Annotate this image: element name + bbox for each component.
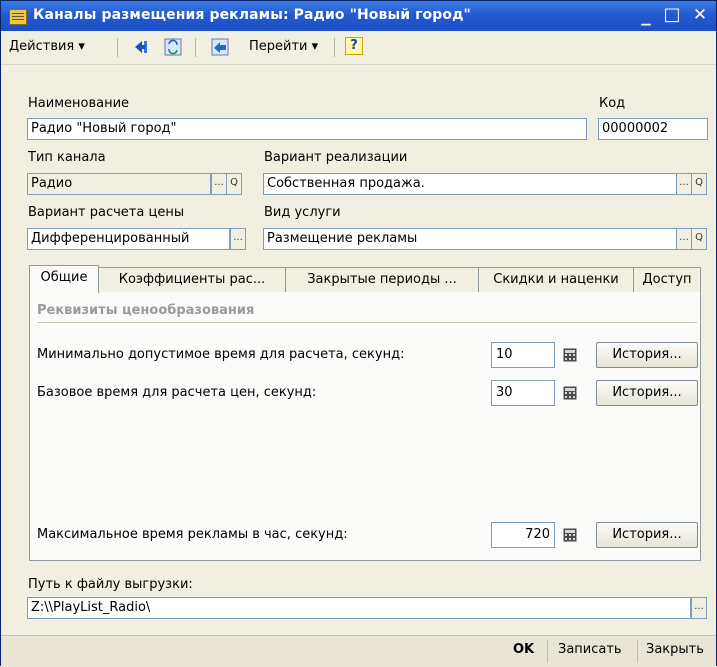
realization-label: Вариант реализации bbox=[264, 150, 408, 165]
name-label: Наименование bbox=[28, 96, 130, 111]
channel-type-search-icon[interactable]: Q bbox=[226, 173, 242, 195]
realization-search-icon[interactable]: Q bbox=[691, 173, 707, 195]
toolbar-separator bbox=[117, 38, 118, 57]
window-title: Каналы размещения рекламы: Радио "Новый … bbox=[33, 7, 471, 23]
close-form-button[interactable]: Закрыть bbox=[646, 642, 704, 657]
footer-separator bbox=[547, 640, 548, 663]
max-time-label: Максимальное время рекламы в час, секунд… bbox=[37, 527, 348, 542]
save-button[interactable]: Записать bbox=[558, 642, 622, 657]
close-button[interactable]: ✕ bbox=[689, 3, 711, 27]
refresh-icon[interactable] bbox=[164, 38, 182, 56]
code-label: Код bbox=[599, 96, 626, 111]
tab-general[interactable]: Общие bbox=[29, 265, 99, 293]
toolbar: Действия ▾ Перейти ▾ ? bbox=[1, 31, 716, 65]
maximize-button[interactable]: □ bbox=[661, 3, 683, 27]
calculator-icon[interactable] bbox=[563, 348, 577, 362]
price-calc-field[interactable]: Дифференцированный bbox=[27, 228, 230, 250]
pricing-group-title: Реквизиты ценообразования bbox=[37, 303, 255, 318]
channel-type-select-button[interactable]: ... bbox=[211, 173, 227, 195]
group-divider bbox=[37, 322, 697, 323]
export-path-label: Путь к файлу выгрузки: bbox=[28, 577, 193, 592]
actions-menu[interactable]: Действия ▾ bbox=[9, 39, 85, 54]
service-type-field[interactable]: Размещение рекламы bbox=[263, 228, 677, 250]
export-path-select-button[interactable]: ... bbox=[691, 597, 707, 619]
footer-separator bbox=[637, 640, 638, 663]
min-time-history-button[interactable]: История... bbox=[596, 342, 698, 368]
arrow-left-icon[interactable] bbox=[133, 38, 151, 56]
export-path-field[interactable]: Z:\\PlayList_Radio\ bbox=[27, 597, 691, 619]
price-calc-select-button[interactable]: ... bbox=[230, 228, 246, 250]
service-type-search-icon[interactable]: Q bbox=[691, 228, 707, 250]
help-icon[interactable]: ? bbox=[345, 37, 363, 55]
minimize-button[interactable]: _ bbox=[635, 3, 657, 27]
tab-access[interactable]: Доступ bbox=[633, 267, 701, 292]
code-field[interactable]: 00000002 bbox=[598, 118, 708, 140]
title-bar[interactable]: Каналы размещения рекламы: Радио "Новый … bbox=[1, 1, 716, 31]
ok-button[interactable]: OK bbox=[513, 642, 534, 657]
max-time-field[interactable]: 720 bbox=[491, 522, 555, 548]
realization-select-button[interactable]: ... bbox=[676, 173, 692, 195]
base-time-field[interactable]: 30 bbox=[491, 380, 555, 406]
form-icon bbox=[9, 9, 27, 25]
tab-strip: Общие Коэффициенты рас... Закрытые перио… bbox=[29, 265, 701, 293]
structure-icon[interactable] bbox=[211, 38, 229, 56]
base-time-label: Базовое время для расчета цен, секунд: bbox=[37, 385, 317, 400]
footer-bar: OK Записать Закрыть bbox=[1, 635, 716, 667]
tab-closed-periods[interactable]: Закрытые периоды ... bbox=[285, 267, 479, 292]
name-field[interactable]: Радио "Новый город" bbox=[27, 118, 587, 140]
max-time-history-button[interactable]: История... bbox=[596, 522, 698, 548]
base-time-history-button[interactable]: История... bbox=[596, 380, 698, 406]
toolbar-separator bbox=[195, 38, 196, 57]
calculator-icon[interactable] bbox=[563, 386, 577, 400]
tab-coefficients[interactable]: Коэффициенты рас... bbox=[98, 267, 286, 292]
goto-menu[interactable]: Перейти ▾ bbox=[249, 39, 318, 54]
dialog-window: Каналы размещения рекламы: Радио "Новый … bbox=[0, 0, 717, 667]
channel-type-label: Тип канала bbox=[28, 150, 106, 165]
realization-field[interactable]: Собственная продажа. bbox=[263, 173, 677, 195]
channel-type-field[interactable]: Радио bbox=[27, 173, 211, 195]
tab-panel-general bbox=[29, 291, 701, 561]
price-calc-label: Вариант расчета цены bbox=[28, 205, 185, 220]
calculator-icon[interactable] bbox=[563, 528, 577, 542]
min-time-field[interactable]: 10 bbox=[491, 342, 555, 368]
tab-discounts[interactable]: Скидки и наценки bbox=[478, 267, 634, 292]
service-type-label: Вид услуги bbox=[264, 205, 341, 220]
service-type-select-button[interactable]: ... bbox=[676, 228, 692, 250]
min-time-label: Минимально допустимое время для расчета,… bbox=[37, 347, 405, 362]
toolbar-separator bbox=[334, 38, 335, 57]
